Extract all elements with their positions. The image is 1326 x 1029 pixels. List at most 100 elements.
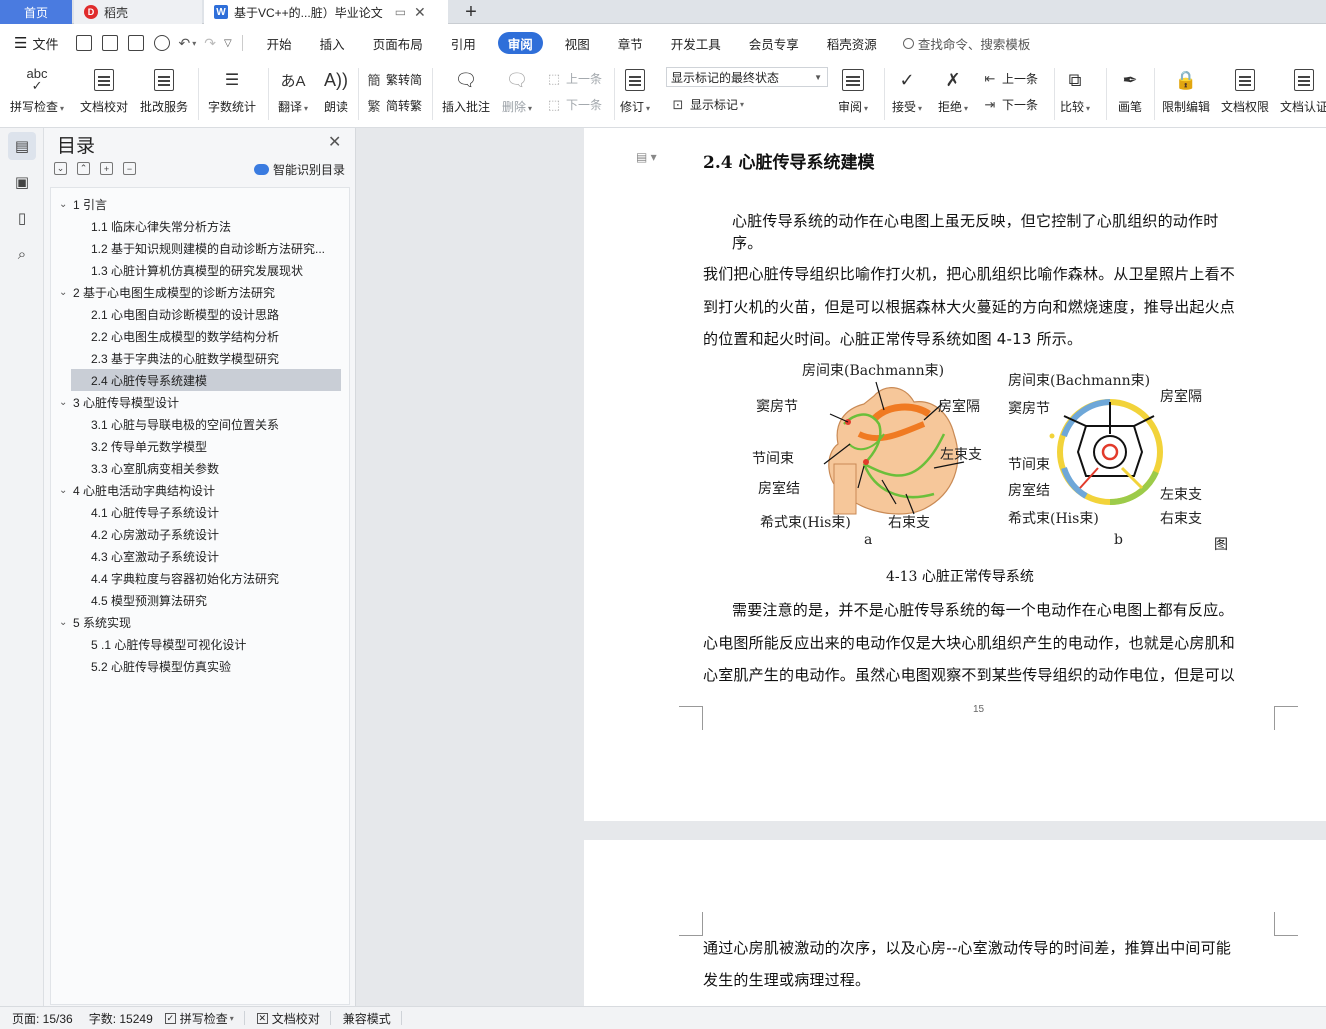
tab-document[interactable]: W 基于VC++的...脏）毕业论文 ▭ ✕	[204, 0, 448, 24]
menu-section[interactable]: 章节	[604, 32, 657, 54]
toc-item[interactable]: 4.2 心房激动子系统设计	[71, 523, 341, 545]
doc-proof-status[interactable]: ✕ 文档校对	[256, 1010, 320, 1027]
close-icon[interactable]: ✕	[414, 4, 426, 21]
search-icon[interactable]: ⌕	[8, 240, 36, 268]
undo-caret-icon[interactable]: ▾	[192, 39, 196, 48]
doc-rights-button[interactable]: 文档权限	[1221, 66, 1269, 115]
doc-auth-button[interactable]: 文档认证	[1280, 66, 1326, 115]
toc-item[interactable]: ⌄ 5 系统实现	[59, 611, 345, 633]
toc-item[interactable]: 4.4 字典粒度与容器初始化方法研究	[71, 567, 341, 589]
customize-toolbar-icon[interactable]: ▽	[224, 38, 232, 49]
toc-item[interactable]: 2.2 心电图生成模型的数学结构分析	[71, 325, 341, 347]
toc-item[interactable]: ⌄ 3 心脏传导模型设计	[59, 391, 345, 413]
read-aloud-button[interactable]: A)) 朗读	[322, 66, 350, 115]
expand-all-icon[interactable]: ⌄	[54, 162, 67, 175]
chevron-down-icon[interactable]: ⌄	[59, 397, 73, 408]
to-simplified-button[interactable]: 繁简转繁	[366, 96, 422, 115]
undo-icon[interactable]: ↶	[178, 35, 190, 52]
paragraph-format-icon[interactable]: ▤ ▾	[636, 150, 657, 164]
document-page[interactable]: ▤ ▾ 2.4 心脏传导系统建模 心脏传导系统的动作在心电图上虽无反映，但它控制…	[584, 128, 1326, 821]
chapter-nav-icon[interactable]: ▣	[8, 168, 36, 196]
command-search[interactable]: 查找命令、搜索模板	[902, 34, 1030, 53]
toc-item[interactable]: 3.3 心室肌病变相关参数	[71, 457, 341, 479]
tab-home[interactable]: 首页	[0, 0, 72, 24]
insert-comment-button[interactable]: 🗨 插入批注	[442, 66, 490, 115]
chevron-down-icon[interactable]: ⌄	[59, 287, 73, 298]
toc-item[interactable]: 2.1 心电图自动诊断模型的设计思路	[71, 303, 341, 325]
toc-item[interactable]: 2.4 心脏传导系统建模	[71, 369, 341, 391]
toc-item[interactable]: ⌄ 1 引言	[59, 193, 345, 215]
reject-button[interactable]: ✗ 拒绝 ▾	[938, 66, 968, 115]
chevron-down-icon[interactable]: ⌄	[59, 485, 73, 496]
redo-icon[interactable]: ↷	[204, 35, 216, 52]
show-markup-button[interactable]: ⊡ 显示标记 ▾	[670, 96, 744, 113]
batch-service-button[interactable]: 批改服务	[140, 66, 188, 115]
word-count-button[interactable]: ☰ 字数统计	[208, 66, 256, 115]
restrict-edit-button[interactable]: 🔒 限制编辑	[1162, 66, 1210, 115]
next-comment-button[interactable]: ⬚ 下一条	[546, 96, 602, 113]
toc-item[interactable]: 5.2 心脏传导模型仿真实验	[71, 655, 341, 677]
menu-review[interactable]: 审阅	[497, 32, 543, 54]
remove-heading-icon[interactable]: −	[123, 162, 136, 175]
prev-change-button[interactable]: ⇤ 上一条	[982, 70, 1038, 87]
page-indicator[interactable]: 页面: 15/36	[12, 1010, 73, 1027]
toc-item[interactable]: 4.3 心室激动子系统设计	[71, 545, 341, 567]
bookmark-icon[interactable]: ▯	[8, 204, 36, 232]
prev-comment-icon: ⬚	[547, 70, 561, 86]
toc-item[interactable]: 4.1 心脏传导子系统设计	[71, 501, 341, 523]
doc-auth-label: 文档认证	[1280, 100, 1326, 114]
compare-button[interactable]: ⧉ 比较 ▾	[1060, 66, 1090, 115]
add-heading-icon[interactable]: +	[100, 162, 113, 175]
print-icon[interactable]	[128, 35, 145, 51]
prev-comment-button[interactable]: ⬚ 上一条	[546, 70, 602, 87]
toc-item[interactable]: 4.5 模型预测算法研究	[71, 589, 341, 611]
save-icon[interactable]	[76, 35, 93, 51]
print-preview-icon[interactable]	[154, 35, 171, 51]
toc-item[interactable]: 1.2 基于知识规则建模的自动诊断方法研究...	[71, 237, 341, 259]
doc-proof-button[interactable]: 文档校对	[80, 66, 128, 115]
toc-item[interactable]: 1.3 心脏计算机仿真模型的研究发展现状	[71, 259, 341, 281]
menu-member[interactable]: 会员专享	[735, 32, 813, 54]
chevron-down-icon[interactable]: ⌄	[59, 199, 73, 210]
close-icon[interactable]: ✕	[328, 132, 341, 152]
export-pdf-icon[interactable]	[102, 35, 119, 51]
menu-page-layout[interactable]: 页面布局	[359, 32, 437, 54]
menu-view[interactable]: 视图	[551, 32, 604, 54]
menu-start[interactable]: 开始	[253, 32, 306, 54]
menu-developer[interactable]: 开发工具	[657, 32, 735, 54]
toc-item[interactable]: 2.3 基于字典法的心脏数学模型研究	[71, 347, 341, 369]
review-pane-button[interactable]: 审阅 ▾	[838, 66, 868, 115]
toc-item[interactable]: 1.1 临床心律失常分析方法	[71, 215, 341, 237]
toc-item[interactable]: ⌄ 4 心脏电活动字典结构设计	[59, 479, 345, 501]
spell-check-toggle[interactable]: ✓ 拼写检查 ▾	[164, 1010, 234, 1027]
document-page[interactable]: 通过心房肌被激动的次序，以及心房--心室激动传导的时间差，推算出中间可能 发生的…	[584, 840, 1326, 1006]
to-traditional-button[interactable]: 簡繁转简	[366, 70, 422, 89]
body-line: 通过心房肌被激动的次序，以及心房--心室激动传导的时间差，推算出中间可能	[703, 939, 1232, 957]
menu-insert[interactable]: 插入	[306, 32, 359, 54]
translate-button[interactable]: あA 翻译 ▾	[278, 66, 308, 115]
menu-docer-resources[interactable]: 稻壳资源	[813, 32, 891, 54]
tab-docer[interactable]: D 稻壳	[74, 0, 202, 24]
tab-document-label: 基于VC++的...脏）毕业论文	[234, 5, 383, 20]
toc-item[interactable]: 3.2 传导单元数学模型	[71, 435, 341, 457]
toc-pane-icon[interactable]: ▤	[8, 132, 36, 160]
smart-toc-button[interactable]: 智能识别目录	[254, 161, 345, 178]
word-count-indicator[interactable]: 字数: 15249	[89, 1010, 153, 1027]
next-change-button[interactable]: ⇥ 下一条	[982, 96, 1038, 113]
track-changes-button[interactable]: 修订 ▾	[620, 66, 650, 115]
markup-state-select[interactable]: 显示标记的最终状态 ▼	[666, 67, 828, 87]
pen-button[interactable]: ✒ 画笔	[1116, 66, 1144, 115]
document-area[interactable]: ▤ ▾ 2.4 心脏传导系统建模 心脏传导系统的动作在心电图上虽无反映，但它控制…	[356, 128, 1326, 1006]
new-tab-button[interactable]: +	[458, 0, 484, 24]
toc-item[interactable]: ⌄ 2 基于心电图生成模型的诊断方法研究	[59, 281, 345, 303]
monitor-icon[interactable]: ▭	[395, 5, 406, 19]
spell-check-button[interactable]: abc ✓ 拼写检查 ▾	[10, 66, 64, 115]
file-menu[interactable]: ☰ 文件	[14, 34, 58, 53]
accept-button[interactable]: ✓ 接受 ▾	[892, 66, 922, 115]
chevron-down-icon[interactable]: ⌄	[59, 617, 73, 628]
toc-item[interactable]: 3.1 心脏与导联电极的空间位置关系	[71, 413, 341, 435]
delete-comment-button[interactable]: 🗨 删除 ▾	[502, 66, 532, 115]
menu-references[interactable]: 引用	[437, 32, 490, 54]
toc-item[interactable]: 5 .1 心脏传导模型可视化设计	[71, 633, 341, 655]
collapse-all-icon[interactable]: ⌃	[77, 162, 90, 175]
